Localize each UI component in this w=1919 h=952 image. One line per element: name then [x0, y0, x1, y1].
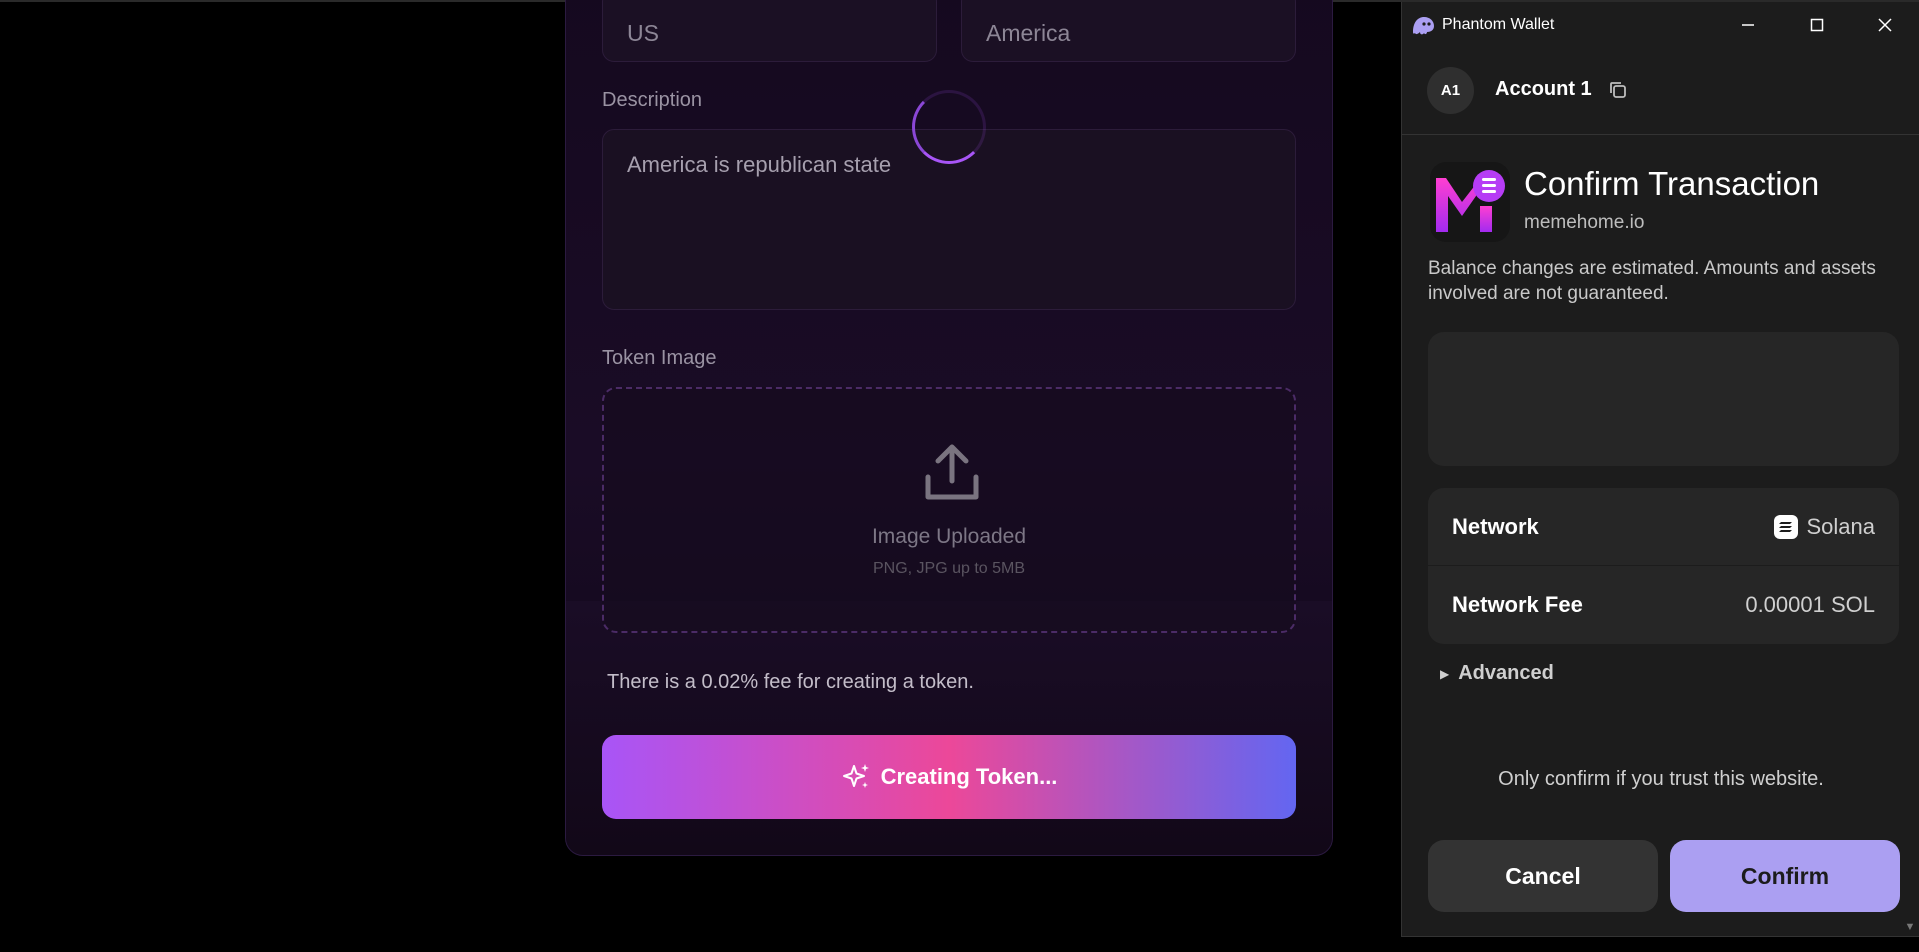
window-title: Phantom Wallet	[1442, 15, 1555, 33]
token-name-value: America	[986, 19, 1071, 46]
cancel-button[interactable]: Cancel	[1428, 840, 1658, 912]
account-avatar[interactable]: A1	[1427, 67, 1474, 114]
token-symbol-input[interactable]: US	[602, 0, 937, 62]
maximize-icon	[1810, 18, 1824, 31]
network-label: Network	[1452, 513, 1539, 539]
token-name-input[interactable]: America	[961, 0, 1296, 62]
create-token-label: Creating Token...	[880, 764, 1058, 789]
close-icon	[1878, 17, 1892, 32]
phantom-ghost-icon	[1413, 16, 1434, 34]
network-name: Solana	[1806, 513, 1875, 539]
token-image-label: Token Image	[602, 347, 717, 369]
advanced-label: Advanced	[1458, 662, 1554, 684]
site-logo	[1430, 162, 1510, 242]
network-fee-value: 0.00001 SOL	[1745, 592, 1875, 617]
transaction-details: Network Solana Network Fee 0.00001 SOL	[1428, 488, 1899, 644]
account-header: A1 Account 1	[1402, 47, 1919, 135]
upload-icon	[925, 444, 979, 500]
confirm-transaction-title: Confirm Transaction	[1524, 165, 1820, 202]
loading-spinner	[912, 90, 986, 164]
confirm-button[interactable]: Confirm	[1670, 840, 1900, 912]
upload-status-title: Image Uploaded	[871, 525, 1027, 548]
description-value: America is republican state	[627, 152, 892, 177]
balance-changes-panel	[1428, 332, 1899, 466]
requesting-domain: memehome.io	[1524, 212, 1645, 233]
advanced-toggle[interactable]: ▶ Advanced	[1440, 662, 1554, 685]
network-fee-row: Network Fee 0.00001 SOL	[1428, 566, 1899, 644]
window-titlebar[interactable]: Phantom Wallet	[1402, 2, 1919, 47]
memehome-logo-icon	[1436, 170, 1505, 232]
scroll-down-icon[interactable]: ▼	[1901, 918, 1919, 936]
phantom-wallet-window: Phantom Wallet A1 Account 1 Confirm Tran…	[1401, 2, 1919, 937]
upload-hint: PNG, JPG up to 5MB	[872, 560, 1026, 577]
network-value: Solana	[1774, 514, 1875, 540]
description-label: Description	[602, 89, 703, 111]
account-name[interactable]: Account 1	[1495, 78, 1592, 101]
minimize-icon	[1742, 23, 1754, 26]
token-symbol-value: US	[627, 19, 659, 46]
caret-right-icon: ▶	[1440, 666, 1450, 681]
create-token-button[interactable]: Creating Token...	[602, 735, 1296, 819]
balance-warning: Balance changes are estimated. Amounts a…	[1428, 258, 1876, 304]
close-button[interactable]	[1851, 2, 1919, 47]
maximize-button[interactable]	[1783, 2, 1851, 47]
solana-icon	[1774, 514, 1799, 539]
token-image-dropzone[interactable]: Image Uploaded PNG, JPG up to 5MB	[602, 387, 1296, 633]
copy-icon[interactable]	[1607, 79, 1629, 101]
sparkle-icon	[842, 764, 869, 788]
fee-note: There is a 0.02% fee for creating a toke…	[607, 671, 974, 693]
network-row: Network Solana	[1428, 488, 1899, 566]
minimize-button[interactable]	[1714, 2, 1782, 47]
network-fee-label: Network Fee	[1452, 592, 1583, 617]
trust-note: Only confirm if you trust this website.	[1498, 768, 1824, 790]
